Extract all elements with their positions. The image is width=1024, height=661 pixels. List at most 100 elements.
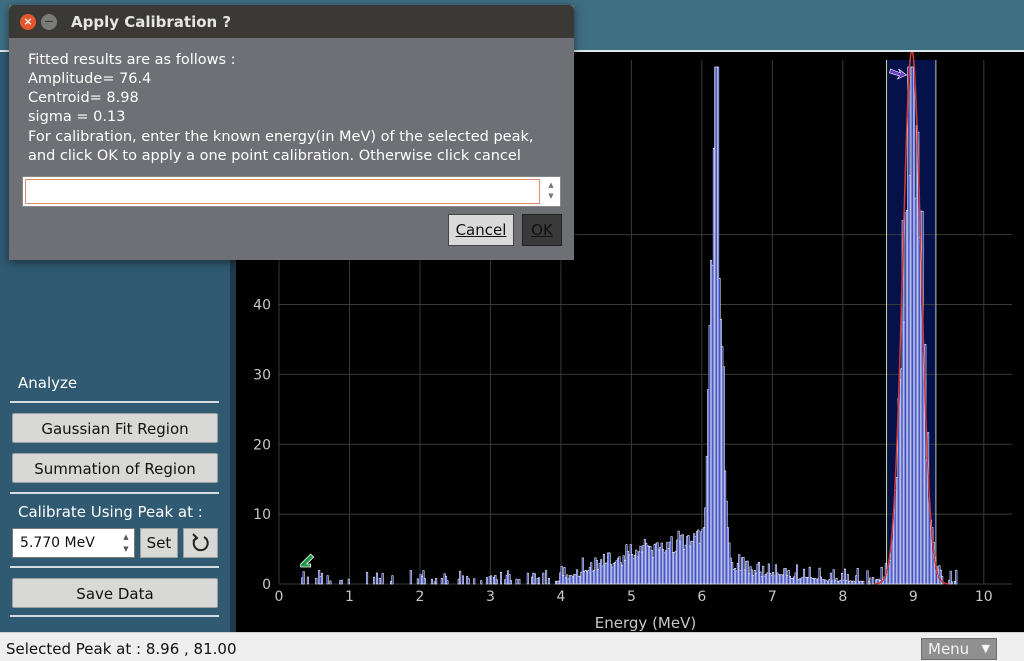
histogram-bin (485, 577, 488, 585)
histogram-bin (480, 580, 483, 585)
histogram-bin (326, 575, 329, 585)
histogram-bin (306, 576, 309, 585)
calibrate-energy-value: 5.770 MeV (20, 535, 95, 551)
histogram-bin (538, 577, 541, 585)
histogram-bin (430, 578, 433, 585)
reset-button[interactable] (183, 528, 218, 558)
x-axis-label: Energy (MeV) (595, 614, 696, 632)
histogram-bin (869, 577, 872, 585)
dialog-titlebar[interactable]: × — Apply Calibration ? (9, 5, 574, 38)
histogram-bin (440, 578, 443, 585)
histogram-bin (473, 578, 476, 585)
status-bar: Selected Peak at : 8.96 , 81.00 Menu ▼ (0, 632, 1024, 661)
minimize-icon[interactable]: — (41, 14, 57, 30)
y-tick-label: 40 (253, 298, 271, 314)
dialog-text-amplitude: Amplitude= 76.4 (28, 71, 152, 87)
x-tick-label: 2 (416, 589, 425, 605)
x-tick-label: 7 (768, 589, 777, 605)
dialog-text-line: Fitted results are as follows : (28, 52, 236, 68)
menu-button[interactable]: Menu ▼ (921, 638, 997, 660)
ok-button[interactable]: OK (522, 214, 562, 246)
save-data-button[interactable]: Save Data (12, 578, 218, 608)
histogram-bin (461, 575, 464, 585)
summation-button[interactable]: Summation of Region (12, 453, 218, 483)
apply-calibration-dialog: × — Apply Calibration ? Fitted results a… (9, 5, 574, 260)
x-tick-label: 10 (975, 589, 993, 605)
gaussian-fit-button[interactable]: Gaussian Fit Region (12, 413, 218, 443)
y-tick-label: 0 (262, 577, 271, 593)
set-button[interactable]: Set (140, 528, 178, 558)
energy-input-field[interactable] (25, 179, 540, 204)
histogram-bin (409, 570, 412, 585)
histogram-bin (495, 579, 498, 585)
histogram-bin (500, 571, 503, 585)
histogram-bin (526, 572, 529, 585)
histogram-bin (542, 572, 545, 585)
histogram-bin (951, 581, 954, 585)
low-marker-arrow-icon (300, 553, 315, 568)
histogram-bin (378, 578, 381, 585)
selected-peak-status: Selected Peak at : 8.96 , 81.00 (6, 640, 237, 658)
x-tick-label: 6 (697, 589, 706, 605)
x-tick-label: 0 (275, 589, 284, 605)
histogram-bin (518, 579, 521, 585)
undo-icon (192, 533, 209, 552)
y-tick-label: 10 (253, 507, 271, 523)
divider (10, 615, 219, 617)
dialog-text-centroid: Centroid= 8.98 (28, 90, 139, 106)
x-tick-label: 1 (345, 589, 354, 605)
histogram-bin (872, 577, 875, 585)
histogram-bin (545, 570, 548, 585)
histogram-bin (302, 571, 305, 585)
dialog-text-instruction: and click OK to apply a one point calibr… (28, 148, 521, 164)
divider (10, 566, 219, 568)
cancel-label: Cancel (455, 221, 507, 239)
histogram-bin (315, 577, 318, 585)
ok-label: OK (531, 221, 553, 239)
histogram-bin (955, 569, 958, 585)
x-tick-label: 5 (627, 589, 636, 605)
x-tick-label: 4 (556, 589, 565, 605)
x-tick-label: 3 (486, 589, 495, 605)
analyze-heading: Analyze (18, 374, 78, 392)
histogram-bin (459, 570, 462, 585)
close-icon[interactable]: × (20, 14, 36, 30)
histogram-bin (340, 579, 343, 585)
histogram-bin (416, 578, 419, 585)
spinbox-arrows-icon[interactable]: ▲ ▼ (545, 180, 557, 202)
dialog-text-instruction: For calibration, enter the known energy(… (28, 129, 534, 145)
calibrate-label: Calibrate Using Peak at : (18, 503, 203, 521)
divider (10, 492, 219, 494)
cancel-button[interactable]: Cancel (448, 214, 514, 246)
x-tick-label: 8 (838, 589, 847, 605)
x-tick-label: 9 (909, 589, 918, 605)
histogram-bin (329, 580, 332, 585)
energy-input[interactable]: ▲ ▼ (22, 176, 561, 207)
histogram-bin (391, 575, 394, 585)
histogram-bin (435, 578, 438, 585)
histogram-bin (347, 578, 350, 585)
histogram-bin (366, 572, 369, 585)
histogram-bin (373, 576, 376, 585)
histogram-bin (381, 573, 384, 585)
divider (10, 401, 219, 403)
histogram-bin (490, 575, 493, 585)
histogram-bin (509, 580, 512, 585)
histogram-bin (862, 580, 865, 585)
histogram-bin (533, 573, 536, 585)
dialog-text-sigma: sigma = 0.13 (28, 109, 126, 125)
dialog-title: Apply Calibration ? (71, 13, 232, 31)
calibrate-energy-spinbox[interactable]: 5.770 MeV ▲ ▼ (12, 528, 135, 558)
histogram-bin (515, 578, 518, 585)
histogram-bin (467, 578, 470, 585)
menu-label: Menu (928, 640, 970, 658)
histogram-bin (320, 572, 323, 585)
chevron-down-icon: ▼ (981, 642, 990, 655)
y-tick-label: 20 (253, 437, 271, 453)
histogram-bin (423, 578, 426, 585)
histogram-bin (547, 577, 550, 585)
y-tick-label: 30 (253, 367, 271, 383)
histogram-bin (446, 580, 449, 585)
spinbox-arrows-icon[interactable]: ▲ ▼ (120, 531, 132, 555)
histogram-bin (375, 572, 378, 585)
